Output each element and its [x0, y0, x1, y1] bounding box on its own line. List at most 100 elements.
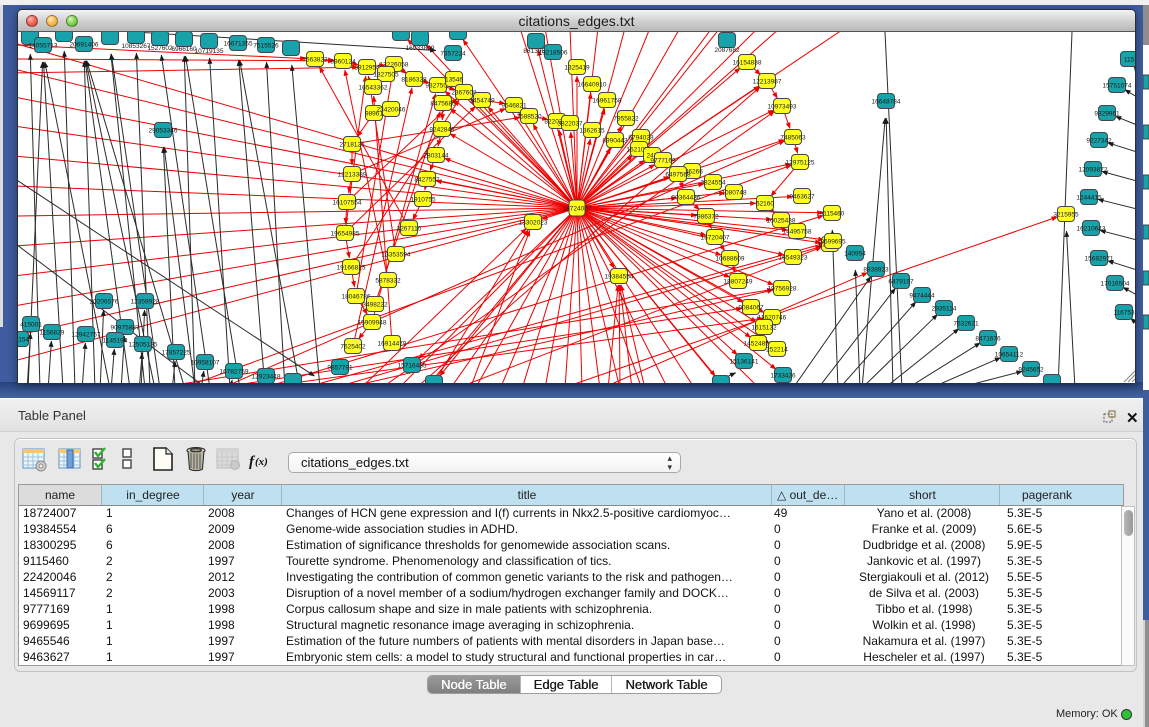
- svg-text:16033809: 16033809: [406, 45, 435, 52]
- svg-text:3824554: 3824554: [700, 180, 726, 187]
- svg-text:9463627: 9463627: [789, 194, 815, 201]
- svg-text:16671355: 16671355: [224, 41, 253, 48]
- svg-text:16782759: 16782759: [220, 369, 249, 376]
- svg-text:18724007: 18724007: [563, 206, 592, 213]
- svg-text:16961758: 16961758: [593, 98, 622, 105]
- svg-text:6966160: 6966160: [171, 46, 197, 53]
- svg-text:12923448: 12923448: [252, 374, 281, 381]
- svg-text:15751074: 15751074: [1103, 83, 1132, 90]
- svg-text:10688609: 10688609: [716, 256, 745, 263]
- svg-text:18807249: 18807249: [724, 279, 753, 286]
- svg-text:16640910: 16640910: [578, 82, 607, 89]
- svg-text:16154838: 16154838: [733, 60, 762, 67]
- svg-text:16543362: 16543362: [359, 85, 388, 92]
- svg-text:12505135: 12505135: [129, 342, 158, 349]
- svg-text:7955822: 7955822: [613, 116, 639, 123]
- svg-text:12359928: 12359928: [131, 299, 160, 306]
- svg-text:1145194: 1145194: [103, 338, 128, 345]
- svg-text:252214: 252214: [766, 347, 788, 354]
- svg-text:16210643: 16210643: [1077, 226, 1106, 233]
- svg-text:1244415: 1244415: [1076, 195, 1102, 202]
- svg-text:19384554: 19384554: [605, 274, 634, 281]
- svg-text:7632621: 7632621: [953, 321, 979, 328]
- svg-text:9777169: 9777169: [650, 158, 676, 165]
- svg-text:1733426: 1733426: [770, 373, 796, 380]
- svg-text:3822037: 3822037: [557, 121, 583, 128]
- svg-text:12213389: 12213389: [338, 172, 367, 179]
- svg-text:9084067: 9084067: [738, 305, 764, 312]
- svg-text:14495758: 14495758: [783, 229, 812, 236]
- svg-text:13302023: 13302023: [519, 220, 548, 227]
- svg-text:3912954: 3912954: [354, 65, 380, 72]
- svg-text:20206576: 20206576: [90, 299, 119, 306]
- svg-text:39154: 39154: [18, 337, 29, 344]
- svg-text:115: 115: [1124, 57, 1135, 64]
- svg-text:1325419: 1325419: [564, 65, 590, 72]
- svg-text:1527602: 1527602: [147, 45, 173, 52]
- svg-text:19654985: 19654985: [331, 231, 360, 238]
- svg-text:16648784: 16648784: [872, 99, 901, 106]
- svg-text:16914479: 16914479: [378, 341, 407, 348]
- svg-text:15136141: 15136141: [730, 359, 759, 366]
- svg-text:10719135: 10719135: [195, 48, 224, 55]
- svg-text:7357224: 7357224: [440, 51, 466, 58]
- svg-text:8186328: 8186328: [401, 77, 427, 84]
- svg-text:15716485: 15716485: [398, 363, 427, 370]
- svg-text:6497568: 6497568: [665, 172, 691, 179]
- svg-text:9474444: 9474444: [909, 293, 935, 300]
- svg-text:13353594: 13353594: [382, 252, 411, 259]
- svg-text:19218506: 19218506: [539, 50, 568, 57]
- svg-text:20691406: 20691406: [70, 42, 99, 49]
- svg-text:8938923: 8938923: [863, 267, 889, 274]
- svg-text:62160: 62160: [756, 201, 774, 208]
- svg-text:9115460: 9115460: [820, 211, 845, 218]
- svg-text:2803144: 2803144: [423, 153, 449, 160]
- svg-text:16549323: 16549323: [779, 255, 808, 262]
- svg-text:10654112: 10654112: [995, 352, 1024, 359]
- svg-text:9242848: 9242848: [429, 127, 455, 134]
- svg-text:20364436: 20364436: [672, 195, 701, 202]
- svg-text:10973493: 10973493: [768, 104, 797, 111]
- svg-text:1615132: 1615132: [751, 325, 777, 332]
- svg-text:9857791: 9857791: [327, 365, 353, 372]
- svg-text:8475685: 8475685: [430, 101, 456, 108]
- svg-text:140954: 140954: [844, 251, 866, 258]
- svg-text:12942757: 12942757: [72, 332, 101, 339]
- svg-text:12093872: 12093872: [1079, 167, 1108, 174]
- svg-text:7485063: 7485063: [780, 135, 806, 142]
- svg-text:1156829: 1156829: [40, 330, 65, 337]
- svg-text:3454749: 3454749: [469, 98, 495, 105]
- svg-text:7515526: 7515526: [253, 43, 279, 50]
- svg-text:17016504: 17016504: [1101, 281, 1130, 288]
- svg-text:7986372: 7986372: [693, 214, 719, 221]
- svg-text:116753: 116753: [1113, 310, 1135, 317]
- svg-text:9245652: 9245652: [1018, 367, 1044, 374]
- svg-text:7663822: 7663822: [302, 57, 328, 64]
- svg-text:29053346: 29053346: [149, 128, 178, 135]
- svg-text:15692971: 15692971: [1085, 256, 1114, 263]
- svg-text:19166825: 19166825: [337, 265, 366, 272]
- svg-text:1910755: 1910755: [410, 197, 436, 204]
- svg-text:2087682: 2087682: [714, 47, 740, 54]
- svg-text:12213987: 12213987: [753, 79, 782, 86]
- svg-text:16107554: 16107554: [333, 200, 362, 207]
- svg-text:9699695: 9699695: [820, 239, 846, 246]
- svg-text:1362615: 1362615: [579, 128, 605, 135]
- svg-text:6479197: 6479197: [888, 279, 914, 286]
- svg-text:15720407: 15720407: [701, 235, 730, 242]
- svg-text:90975887: 90975887: [111, 325, 140, 332]
- svg-text:13546: 13546: [445, 77, 463, 84]
- svg-text:8471676: 8471676: [975, 336, 1001, 343]
- svg-text:2935114: 2935114: [932, 306, 957, 313]
- svg-text:9227342: 9227342: [1086, 138, 1112, 145]
- svg-text:7588520: 7588520: [516, 114, 542, 121]
- svg-text:(x): (x): [255, 456, 268, 468]
- svg-text:10958107: 10958107: [191, 360, 220, 367]
- svg-text:15909948: 15909948: [358, 320, 387, 327]
- svg-text:9329961: 9329961: [1094, 111, 1120, 118]
- svg-text:8960124: 8960124: [330, 59, 356, 66]
- svg-text:3498222: 3498222: [362, 302, 388, 309]
- svg-text:1080748: 1080748: [721, 190, 747, 197]
- svg-text:12975125: 12975125: [786, 160, 815, 167]
- svg-text:415001: 415001: [20, 322, 42, 329]
